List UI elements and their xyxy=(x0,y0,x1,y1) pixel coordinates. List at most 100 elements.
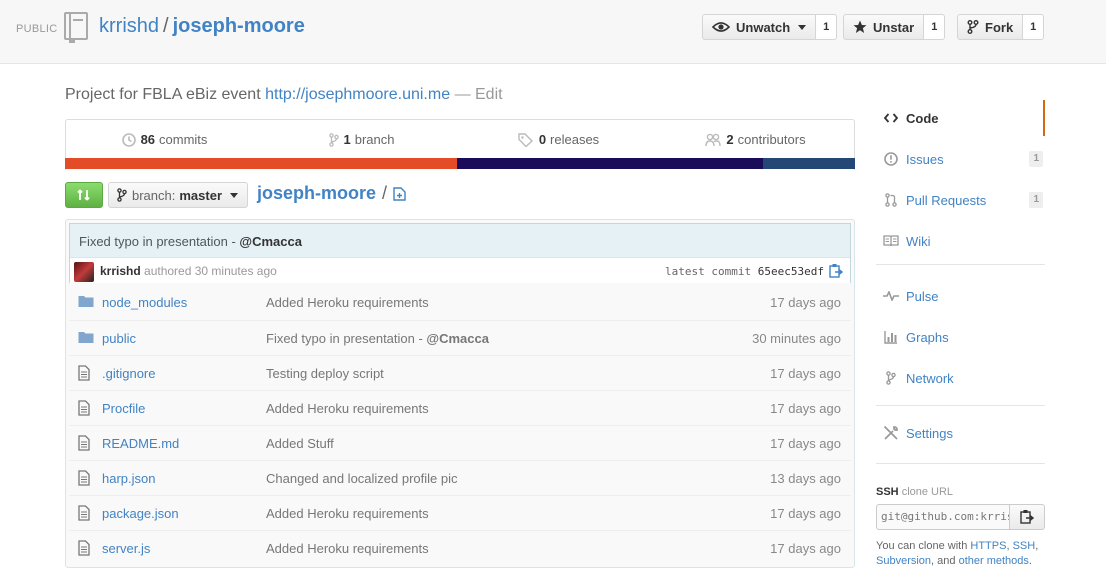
sidebar-item-code[interactable]: Code xyxy=(876,100,1045,136)
clone-url-label: SSH clone URL xyxy=(876,486,953,498)
file-commit-link[interactable]: Added Heroku requirements xyxy=(266,506,429,521)
file-age: 17 days ago xyxy=(770,541,841,556)
sidebar-item-pulse[interactable]: Pulse xyxy=(876,278,1045,314)
contributors-summary[interactable]: 2 contributors xyxy=(657,120,854,159)
sidebar-item-settings[interactable]: Settings xyxy=(876,415,1045,451)
table-row[interactable]: harp.json Changed and localized profile p… xyxy=(69,460,851,495)
file-commit-message: Added Heroku requirements xyxy=(266,541,429,556)
sidebar-item-issues[interactable]: Issues 1 xyxy=(876,141,1045,177)
unwatch-label: Unwatch xyxy=(736,19,791,35)
book-icon xyxy=(883,235,899,247)
graph-icon xyxy=(884,331,897,344)
clone-subversion-link[interactable]: Subversion xyxy=(876,555,931,567)
sidebar-divider xyxy=(876,405,1045,406)
file-commit-link[interactable]: Added Heroku requirements xyxy=(266,295,429,310)
file-icon xyxy=(78,435,90,451)
breadcrumb-separator: / xyxy=(382,183,388,203)
file-commit-mention[interactable]: @Cmacca xyxy=(426,331,489,346)
file-age: 17 days ago xyxy=(770,506,841,521)
branch-summary[interactable]: 1 branch xyxy=(263,120,460,159)
repo-name-link[interactable]: joseph-moore xyxy=(173,15,305,37)
star-count[interactable]: 1 xyxy=(924,14,946,40)
unstar-button[interactable]: Unstar xyxy=(843,14,925,40)
file-commit-link[interactable]: Added Heroku requirements xyxy=(266,541,429,556)
table-row[interactable]: package.json Added Heroku requirements 17 … xyxy=(69,495,851,530)
folder-icon xyxy=(78,294,94,311)
file-name-link[interactable]: public xyxy=(102,331,136,346)
table-row[interactable]: server.js Added Heroku requirements 17 day… xyxy=(69,530,851,565)
clone-url-input[interactable]: git@github.com:krrishd/joseph-moore.git xyxy=(876,504,1010,530)
clone-other-methods-link[interactable]: other methods xyxy=(959,555,1029,567)
file-name-link[interactable]: .gitignore xyxy=(102,366,155,381)
file-icon xyxy=(78,505,90,521)
file-icon xyxy=(78,365,90,381)
folder-icon xyxy=(78,296,94,307)
file-commit-link[interactable]: Added Heroku requirements xyxy=(266,401,429,416)
clone-ssh-link[interactable]: SSH xyxy=(1013,540,1036,552)
table-row[interactable]: node_modules Added Heroku requirements 17 … xyxy=(69,285,851,320)
file-icon xyxy=(78,365,90,384)
unwatch-button[interactable]: Unwatch xyxy=(702,14,817,40)
watch-count[interactable]: 1 xyxy=(816,14,838,40)
commits-summary[interactable]: 86 commits xyxy=(66,120,263,159)
visibility-label: PUBLIC xyxy=(16,23,58,35)
avatar[interactable] xyxy=(74,262,94,282)
file-name-link[interactable]: Procfile xyxy=(102,401,145,416)
breadcrumb-root[interactable]: joseph-moore xyxy=(257,183,376,204)
latest-commit-label: latest commit xyxy=(665,265,752,278)
file-name-link[interactable]: README.md xyxy=(102,436,179,451)
file-commit-link[interactable]: Fixed typo in presentation - xyxy=(266,331,426,346)
homepage-link[interactable]: http://josephmoore.uni.me xyxy=(265,86,450,103)
breadcrumb: joseph-moore / xyxy=(257,183,406,204)
language-segment[interactable] xyxy=(763,158,855,169)
clipboard-icon xyxy=(1020,510,1034,524)
chevron-down-icon xyxy=(230,192,239,198)
sidebar-item-wiki[interactable]: Wiki xyxy=(876,223,1045,259)
commit-mention[interactable]: @Cmacca xyxy=(239,234,302,249)
commit-message: Fixed typo in presentation - xyxy=(79,234,240,249)
file-icon xyxy=(78,540,90,556)
table-row[interactable]: Procfile Added Heroku requirements 17 days… xyxy=(69,390,851,425)
network-icon xyxy=(886,371,896,385)
repo-owner-link[interactable]: krrishd xyxy=(99,15,159,37)
language-bar[interactable] xyxy=(65,158,855,169)
releases-summary[interactable]: 0 releases xyxy=(460,120,657,159)
branch-name: master xyxy=(179,187,223,203)
file-commit-link[interactable]: Testing deploy script xyxy=(266,366,384,381)
sidebar-item-network[interactable]: Network xyxy=(876,360,1045,396)
commit-sha-link[interactable]: 65eec53edf xyxy=(758,265,824,278)
sidebar-item-graphs[interactable]: Graphs xyxy=(876,319,1045,355)
commit-title[interactable]: Fixed typo in presentation - @Cmacca xyxy=(79,234,302,249)
sidebar-item-label: Pulse xyxy=(906,288,939,304)
compare-button[interactable] xyxy=(65,182,103,208)
file-commit-message: Added Heroku requirements xyxy=(266,401,429,416)
fork-count[interactable]: 1 xyxy=(1023,14,1045,40)
copy-clone-url-button[interactable] xyxy=(1009,504,1045,530)
file-name-link[interactable]: harp.json xyxy=(102,471,155,486)
language-segment[interactable] xyxy=(65,158,457,169)
language-segment[interactable] xyxy=(456,158,764,169)
author-name[interactable]: krrishd xyxy=(100,264,141,278)
new-file-icon[interactable] xyxy=(393,186,406,201)
file-name-link[interactable]: server.js xyxy=(102,541,150,556)
clipboard-icon[interactable] xyxy=(829,263,843,279)
file-commit-message: Added Stuff xyxy=(266,436,334,451)
file-name-link[interactable]: node_modules xyxy=(102,295,187,310)
sidebar-divider xyxy=(876,463,1045,464)
clone-protocol[interactable]: SSH xyxy=(876,486,899,498)
file-commit-link[interactable]: Changed and localized profile pic xyxy=(266,471,458,486)
releases-count: 0 xyxy=(538,132,547,147)
fork-icon xyxy=(967,20,979,34)
fork-button[interactable]: Fork xyxy=(957,14,1024,40)
clone-https-link[interactable]: HTTPS xyxy=(970,540,1006,552)
file-name-link[interactable]: package.json xyxy=(102,506,179,521)
table-row[interactable]: public Fixed typo in presentation - @Cmac… xyxy=(69,320,851,355)
unstar-label: Unstar xyxy=(873,19,915,35)
edit-description-link[interactable]: — Edit xyxy=(455,86,503,103)
file-commit-link[interactable]: Added Stuff xyxy=(266,436,334,451)
sidebar-item-pull-requests[interactable]: Pull Requests 1 xyxy=(876,182,1045,218)
people-icon xyxy=(705,133,722,146)
branch-select[interactable]: branch: master xyxy=(108,182,248,208)
table-row[interactable]: .gitignore Testing deploy script 17 days a… xyxy=(69,355,851,390)
table-row[interactable]: README.md Added Stuff 17 days ago xyxy=(69,425,851,460)
